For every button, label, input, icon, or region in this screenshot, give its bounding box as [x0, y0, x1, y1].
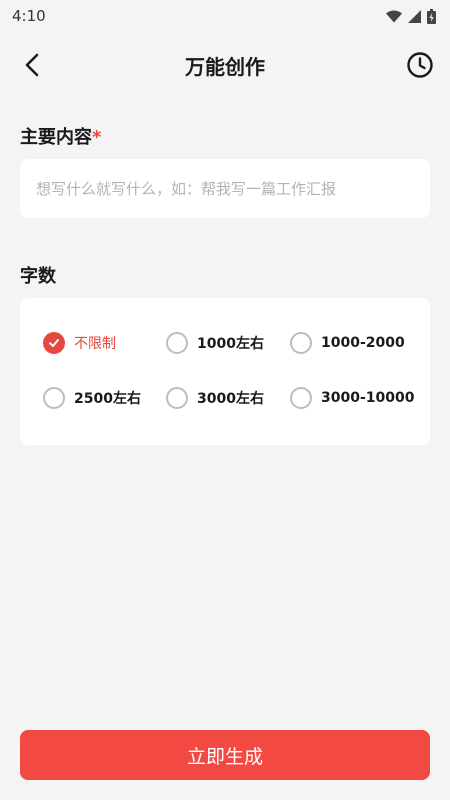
- radio-unchecked-icon: [166, 332, 188, 354]
- main-content-heading: 主要内容*: [20, 123, 101, 149]
- word-count-option-label: 3000-10000: [321, 390, 415, 406]
- word-count-option-3000-10000[interactable]: 3000-10000: [290, 387, 414, 409]
- word-count-option-1000[interactable]: 1000左右: [166, 332, 264, 354]
- top-nav-bar: 万能创作: [0, 40, 450, 90]
- word-count-option-unlimited[interactable]: 不限制: [43, 332, 116, 354]
- signal-icon: [408, 9, 421, 23]
- word-count-option-label: 1000左右: [197, 336, 264, 352]
- radio-checked-icon: [43, 332, 65, 354]
- word-count-option-label: 3000左右: [197, 391, 264, 407]
- radio-unchecked-icon: [290, 332, 312, 354]
- word-count-option-label: 2500左右: [74, 391, 141, 407]
- battery-icon: [427, 8, 436, 24]
- generate-button[interactable]: 立即生成: [20, 730, 430, 780]
- word-count-option-1000-2000[interactable]: 1000-2000: [290, 332, 405, 354]
- radio-unchecked-icon: [43, 387, 65, 409]
- radio-unchecked-icon: [166, 387, 188, 409]
- main-content-label: 主要内容: [20, 127, 92, 148]
- main-content-card: [20, 159, 430, 218]
- radio-unchecked-icon: [290, 387, 312, 409]
- word-count-option-label: 不限制: [74, 336, 116, 352]
- main-content-input[interactable]: [36, 179, 414, 198]
- status-time: 4:10: [12, 7, 46, 25]
- page-title: 万能创作: [185, 54, 265, 79]
- status-icons: [386, 8, 436, 24]
- word-count-option-2500[interactable]: 2500左右: [43, 387, 141, 409]
- word-count-heading: 字数: [20, 266, 56, 287]
- history-clock-icon[interactable]: [406, 51, 434, 79]
- back-arrow-icon[interactable]: [20, 52, 46, 78]
- word-count-option-label: 1000-2000: [321, 335, 405, 351]
- required-mark: *: [92, 127, 102, 148]
- word-count-option-3000[interactable]: 3000左右: [166, 387, 264, 409]
- wifi-icon: [386, 9, 402, 22]
- word-count-options-card: 不限制 1000左右 1000-2000 2500左右 3000左右 3000-…: [20, 298, 430, 445]
- status-bar: 4:10: [0, 0, 450, 32]
